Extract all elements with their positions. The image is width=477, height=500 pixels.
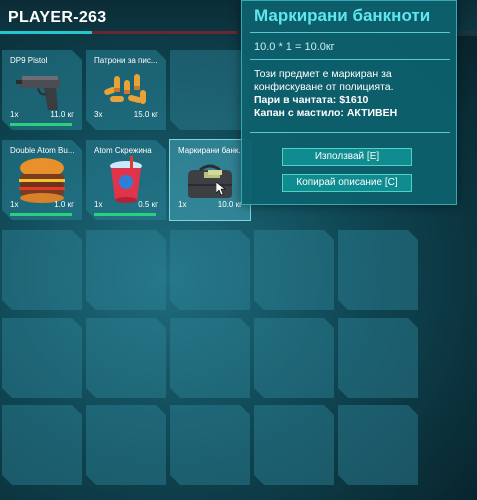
tooltip-divider: [250, 59, 450, 60]
copy-description-button[interactable]: Копирай описание [C]: [282, 174, 412, 192]
inventory-slot-empty[interactable]: [170, 50, 250, 130]
tooltip-weight: 10.0 * 1 = 10.0кг: [254, 41, 335, 53]
inventory-slot-empty[interactable]: [86, 230, 166, 310]
inventory-slot-empty[interactable]: [338, 405, 418, 485]
durability-bar: [10, 123, 72, 126]
inventory-slot-empty[interactable]: [2, 230, 82, 310]
money-bag-icon: [188, 164, 232, 198]
pistol-icon: [16, 66, 68, 114]
tooltip-description-block: Този предмет е маркиран за конфискуване …: [254, 68, 450, 120]
inventory-slot-empty[interactable]: [338, 230, 418, 310]
use-button[interactable]: Използвай [E]: [282, 148, 412, 166]
inventory-slot[interactable]: DP9 Pistol 1x 11.0 кг: [2, 50, 82, 130]
tooltip-description: Този предмет е маркиран за конфискуване …: [254, 68, 394, 93]
inventory-slot-empty[interactable]: [86, 318, 166, 398]
inventory-slot-empty[interactable]: [254, 318, 334, 398]
item-weight: 15.0 кг: [133, 110, 158, 119]
inventory-slot-empty[interactable]: [2, 318, 82, 398]
inventory-slot-empty[interactable]: [170, 405, 250, 485]
item-tooltip: Маркирани банкноти 10.0 * 1 = 10.0кг Тоз…: [241, 0, 457, 205]
inventory-slot-empty[interactable]: [2, 405, 82, 485]
durability-bar: [10, 213, 72, 216]
item-weight: 11.0 кг: [50, 110, 74, 119]
inventory-slot-selected[interactable]: Маркирани банк... 1x 10.0 кг: [169, 139, 251, 221]
money-in-bag: Пари в чантата: $1610: [254, 94, 369, 106]
inventory-slot-empty[interactable]: [170, 230, 250, 310]
item-quantity: 1x: [178, 200, 187, 209]
header-accent-bar: [92, 31, 237, 34]
item-weight: 1.0 кг: [54, 200, 74, 209]
inventory-slot-empty[interactable]: [170, 318, 250, 398]
item-name: Патрони за пис...: [94, 56, 158, 65]
item-name: DP9 Pistol: [10, 56, 48, 65]
burger-icon: [16, 156, 68, 204]
item-weight: 0.5 кг: [138, 200, 158, 209]
inventory-slot-empty[interactable]: [338, 318, 418, 398]
tooltip-divider: [250, 132, 450, 133]
item-quantity: 3x: [94, 110, 103, 119]
mouse-cursor-icon: [216, 182, 226, 196]
inventory-slot[interactable]: Atom Скрежина 1x 0.5 кг: [86, 140, 166, 220]
item-quantity: 1x: [10, 200, 19, 209]
item-weight: 10.0 кг: [217, 200, 242, 209]
durability-bar: [94, 213, 156, 216]
inventory-slot-empty[interactable]: [254, 405, 334, 485]
player-name: PLAYER-263: [8, 9, 107, 26]
inventory-slot[interactable]: Double Atom Bu... 1x 1.0 кг: [2, 140, 82, 220]
tooltip-title: Маркирани банкноти: [254, 6, 431, 25]
inventory-slot-empty[interactable]: [254, 230, 334, 310]
inventory-slot-empty[interactable]: [86, 405, 166, 485]
dye-pack-status: Капан с мастило: АКТИВЕН: [254, 107, 398, 119]
tooltip-divider: [250, 32, 450, 33]
item-name: Маркирани банк...: [178, 146, 246, 155]
slushie-icon: [100, 156, 152, 204]
item-name: Double Atom Bu...: [10, 146, 75, 155]
item-quantity: 1x: [94, 200, 103, 209]
item-name: Atom Скрежина: [94, 146, 152, 155]
inventory-slot[interactable]: Патрони за пис... 3x 15.0 кг: [86, 50, 166, 130]
item-quantity: 1x: [10, 110, 19, 119]
weight-progress-bar: [0, 31, 92, 34]
ammo-icon: [100, 66, 152, 114]
